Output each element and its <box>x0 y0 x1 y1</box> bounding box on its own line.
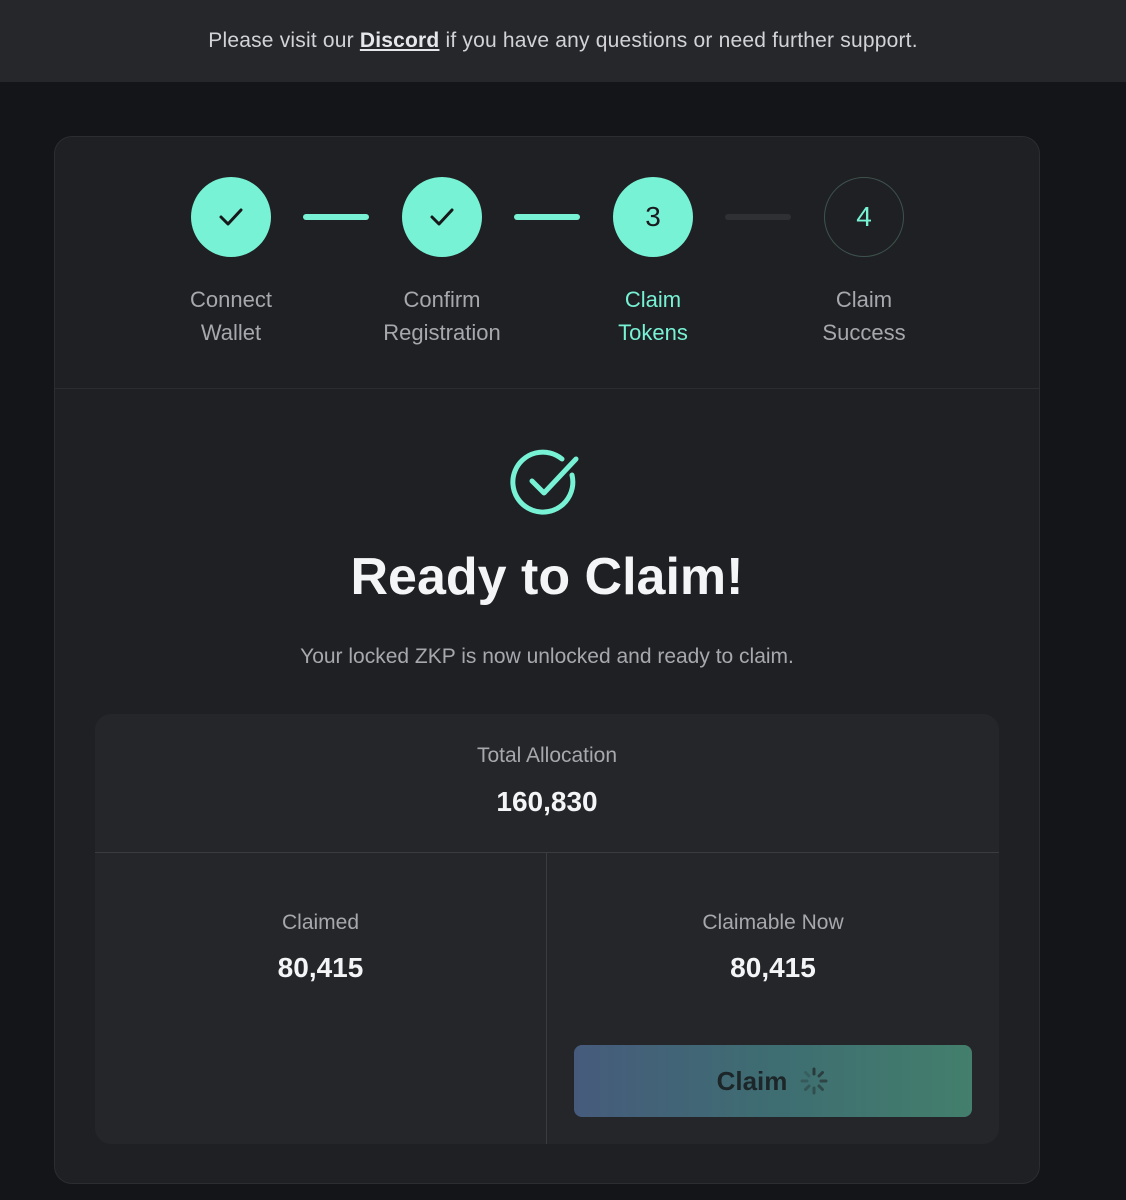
total-allocation-value: 160,830 <box>496 786 598 817</box>
check-icon <box>430 208 454 226</box>
claim-button[interactable]: Claim <box>574 1045 972 1117</box>
step-label: Claim Tokens <box>618 287 688 345</box>
claimed-value: 80,415 <box>277 952 364 983</box>
step-number-circle: 4 <box>824 177 904 257</box>
banner-suffix: if you have any questions or need furthe… <box>445 29 918 52</box>
step-label: Connect Wallet <box>190 287 272 345</box>
claimable-value: 80,415 <box>730 952 816 983</box>
check-icon <box>219 208 243 226</box>
step-connect-wallet: Connect Wallet <box>121 177 341 349</box>
banner-prefix: Please visit our <box>208 29 354 52</box>
step-2-check-circle <box>402 177 482 257</box>
step-claim-success: 4 Claim Success <box>754 177 974 349</box>
step-1-check-circle <box>191 177 271 257</box>
claim-card: Connect Wallet Confirm Registration 3 Cl… <box>54 136 1040 1184</box>
allocation-panel: Total Allocation 160,830 Claimed 80,415 … <box>95 714 999 1144</box>
total-allocation-label: Total Allocation <box>476 744 618 767</box>
support-banner: Please visit our Discord if you have any… <box>0 0 1126 82</box>
page-title: Ready to Claim! <box>350 548 744 606</box>
step-confirm-registration: Confirm Registration <box>332 177 552 349</box>
step-number-circle: 3 <box>613 177 693 257</box>
claim-button-label: Claim <box>716 1065 788 1096</box>
page-subtitle: Your locked ZKP is now unlocked and read… <box>300 645 794 668</box>
discord-link[interactable]: Discord <box>360 29 440 53</box>
claimable-section: Claimable Now 80,415 Claim <box>547 853 999 1144</box>
loading-spinner-icon <box>800 1067 828 1095</box>
progress-stepper: Connect Wallet Confirm Registration 3 Cl… <box>55 137 1039 389</box>
claimed-label: Claimed <box>281 911 360 934</box>
claimable-label: Claimable Now <box>702 911 844 934</box>
check-circle-icon <box>510 449 579 515</box>
total-allocation: Total Allocation 160,830 <box>95 714 999 853</box>
step-label: Confirm Registration <box>383 287 501 345</box>
step-label: Claim Success <box>822 287 906 345</box>
claimed-section: Claimed 80,415 <box>95 853 547 1144</box>
step-claim-tokens: 3 Claim Tokens <box>543 177 763 349</box>
